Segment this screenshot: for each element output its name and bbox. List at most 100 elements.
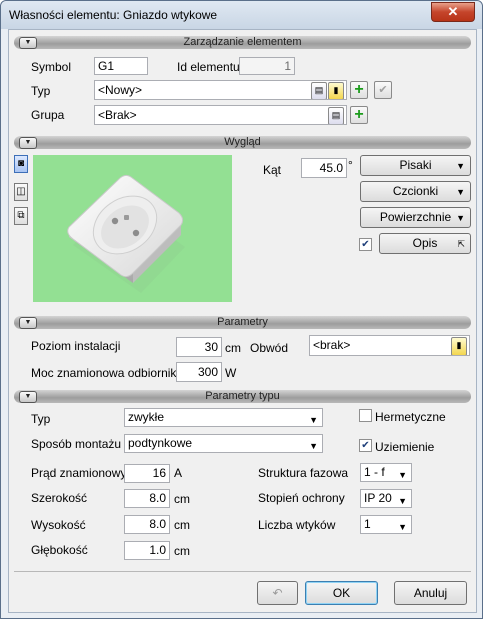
add-group-button[interactable]: + [350, 106, 368, 124]
protection-select[interactable]: IP 20 ▼ [360, 489, 412, 508]
depth-unit: cm [174, 544, 190, 558]
install-level-unit: cm [225, 341, 241, 355]
height-unit: cm [174, 518, 190, 532]
chevron-down-icon: ▼ [398, 522, 407, 532]
footer-divider [14, 571, 471, 572]
mount-label: Sposób montażu [31, 437, 122, 451]
symbol-icon: ◫ [16, 186, 26, 197]
fonts-label: Czcionki [392, 184, 439, 198]
protection-select-value: IP 20 [364, 491, 392, 505]
chevron-down-icon: ▼ [398, 470, 407, 480]
width-label: Szerokość [31, 491, 88, 505]
element-preview [33, 155, 232, 302]
section-header-type-parameters[interactable]: ▼ Parametry typu [14, 390, 471, 403]
phase-label: Struktura fazowa [258, 466, 349, 480]
plugs-label: Liczba wtyków [258, 518, 336, 532]
grounding-label: Uziemienie [375, 440, 435, 454]
description-button[interactable]: Opis ⇱ [379, 233, 471, 254]
protection-label: Stopień ochrony [258, 491, 345, 505]
grounding-checkbox[interactable]: ✔ [359, 439, 372, 452]
socket-3d-image [67, 174, 185, 293]
section-title: Parametry [217, 316, 268, 328]
surfaces-button[interactable]: Powierzchnie ▼ [360, 207, 471, 228]
library-icon[interactable]: ▤ [328, 107, 344, 124]
undo-button[interactable]: ↶ [257, 581, 298, 605]
rated-power-unit: W [225, 366, 237, 380]
group-label: Grupa [31, 108, 65, 122]
section-header-management[interactable]: ▼ Zarządzanie elementem [14, 36, 471, 49]
pens-button[interactable]: Pisaki ▼ [360, 155, 471, 176]
dialog-content: ▼ Zarządzanie elementem Symbol G1 Id ele… [8, 29, 477, 613]
hermetic-checkbox[interactable] [359, 409, 372, 422]
id-label: Id elementu [177, 60, 240, 74]
hermetic-label: Hermetyczne [375, 410, 446, 424]
type-select-value: zwykłe [128, 410, 165, 424]
depth-input[interactable]: 1.0 [124, 541, 170, 560]
cancel-button[interactable]: Anuluj [394, 581, 467, 605]
symbol-input[interactable]: G1 [94, 57, 148, 75]
window-title: Własności elementu: Gniazdo wtykowe [9, 8, 218, 22]
view-3d-button[interactable]: ◙ [14, 155, 28, 173]
chevron-down-icon: ▼ [309, 441, 318, 451]
plugs-select[interactable]: 1 ▼ [360, 515, 412, 534]
section-title: Wygląd [224, 136, 261, 148]
fonts-button[interactable]: Czcionki ▼ [360, 181, 471, 202]
mount-select[interactable]: podtynkowe ▼ [124, 434, 323, 453]
confirm-type-button[interactable]: ✔ [374, 81, 392, 99]
description-label: Opis [412, 236, 438, 250]
chevron-down-icon: ▼ [398, 496, 407, 506]
width-input[interactable]: 8.0 [124, 489, 170, 508]
current-input[interactable]: 16 [124, 464, 170, 483]
group-value: <Brak> [98, 108, 137, 122]
width-unit: cm [174, 492, 190, 506]
check-icon: ✔ [378, 84, 388, 96]
title-bar: Własności elementu: Gniazdo wtykowe ✕ [1, 1, 482, 29]
mount-select-value: podtynkowe [128, 436, 193, 450]
close-button[interactable]: ✕ [431, 2, 475, 22]
group-input[interactable]: <Brak> ▤ [94, 105, 347, 125]
dropdown-arrow-icon: ▼ [456, 161, 465, 171]
height-label: Wysokość [31, 518, 86, 532]
current-label: Prąd znamionowy [31, 466, 127, 480]
view-symbol-button[interactable]: ◫ [14, 183, 28, 201]
rated-power-input[interactable]: 300 [176, 362, 222, 382]
dropdown-arrow-icon: ▼ [456, 213, 465, 223]
phase-select-value: 1 - f [364, 465, 385, 479]
id-input: 1 [239, 57, 295, 75]
section-title: Parametry typu [205, 390, 280, 402]
circuit-label: Obwód [250, 341, 289, 355]
library-icon[interactable]: ▤ [311, 82, 327, 99]
ok-button[interactable]: OK [305, 581, 378, 605]
depth-label: Głębokość [31, 543, 88, 557]
plus-icon: + [354, 81, 364, 98]
angle-input[interactable]: 45.0 [301, 158, 347, 178]
symbol-label: Symbol [31, 60, 72, 74]
select-icon[interactable]: ▮ [328, 82, 344, 99]
height-input[interactable]: 8.0 [124, 515, 170, 534]
circuit-input[interactable]: <brak> ▮ [309, 335, 470, 356]
description-checkbox[interactable]: ✔ [359, 238, 372, 251]
undo-icon: ↶ [272, 586, 283, 600]
install-level-input[interactable]: 30 [176, 337, 222, 357]
section-header-parameters[interactable]: ▼ Parametry [14, 316, 471, 329]
select-icon[interactable]: ▮ [451, 337, 467, 355]
type-value: <Nowy> [98, 83, 143, 97]
plus-icon: + [354, 106, 364, 123]
type-label: Typ [31, 84, 51, 98]
install-level-label: Poziom instalacji [31, 339, 121, 353]
phase-select[interactable]: 1 - f ▼ [360, 463, 412, 482]
section-title: Zarządzanie elementem [183, 36, 302, 48]
pens-label: Pisaki [399, 158, 432, 172]
type-select[interactable]: zwykłe ▼ [124, 408, 323, 427]
plugs-select-value: 1 [364, 517, 371, 531]
popup-icon: ⇱ [457, 239, 465, 249]
angle-label: Kąt [263, 163, 282, 177]
section-header-appearance[interactable]: ▼ Wygląd [14, 136, 471, 149]
add-type-button[interactable]: + [350, 81, 368, 99]
dropdown-arrow-icon: ▼ [456, 187, 465, 197]
chevron-down-icon: ▼ [309, 415, 318, 425]
type-input[interactable]: <Nowy> ▤ ▮ [94, 80, 347, 100]
view-box-button[interactable]: ⧉ [14, 207, 28, 225]
type-param-label: Typ [31, 412, 51, 426]
box-icon: ⧉ [17, 210, 25, 221]
